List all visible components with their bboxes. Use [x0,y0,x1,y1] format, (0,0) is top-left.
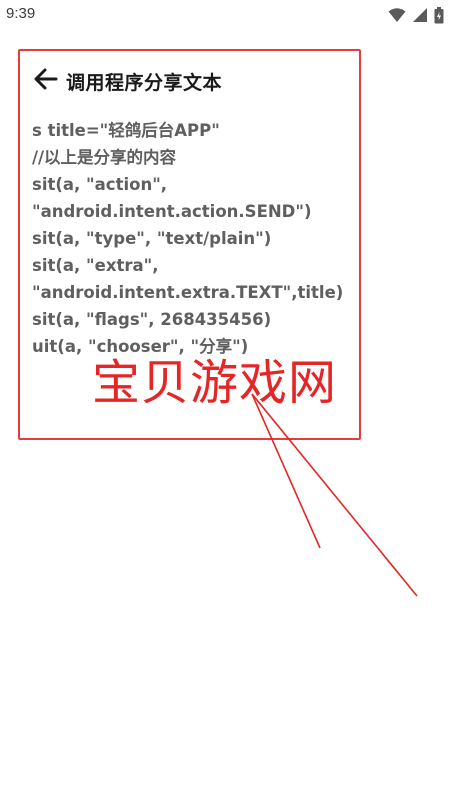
code-line: "android.intent.action.SEND") [32,202,312,221]
wifi-icon [388,7,406,23]
code-line: //以上是分享的内容 [32,148,177,167]
code-line: "android.intent.extra.TEXT",title) [32,283,344,302]
screen: 9:39 调用程序分享文本 s title="轻鸽后台APP" //以上是分享的… [0,0,450,800]
panel-header: 调用程序分享文本 [32,67,222,95]
code-line: sit(a, "type", "text/plain") [32,229,272,248]
battery-icon [434,6,444,24]
arrow-left-icon [34,68,58,94]
code-line: sit(a, "action", [32,175,168,194]
page-title: 调用程序分享文本 [66,71,223,94]
code-line: s title="轻鸽后台APP" [32,121,220,140]
status-icons [388,6,444,24]
status-bar: 9:39 [0,0,450,30]
watermark-text: 宝贝游戏网 [92,355,338,411]
code-line: sit(a, "extra", [32,256,159,275]
cell-signal-icon [412,7,428,23]
back-button[interactable] [32,67,60,95]
status-time: 9:39 [6,5,36,22]
code-block: s title="轻鸽后台APP" //以上是分享的内容 sit(a, "act… [32,117,362,360]
code-line: sit(a, "flags", 268435456) [32,310,272,329]
